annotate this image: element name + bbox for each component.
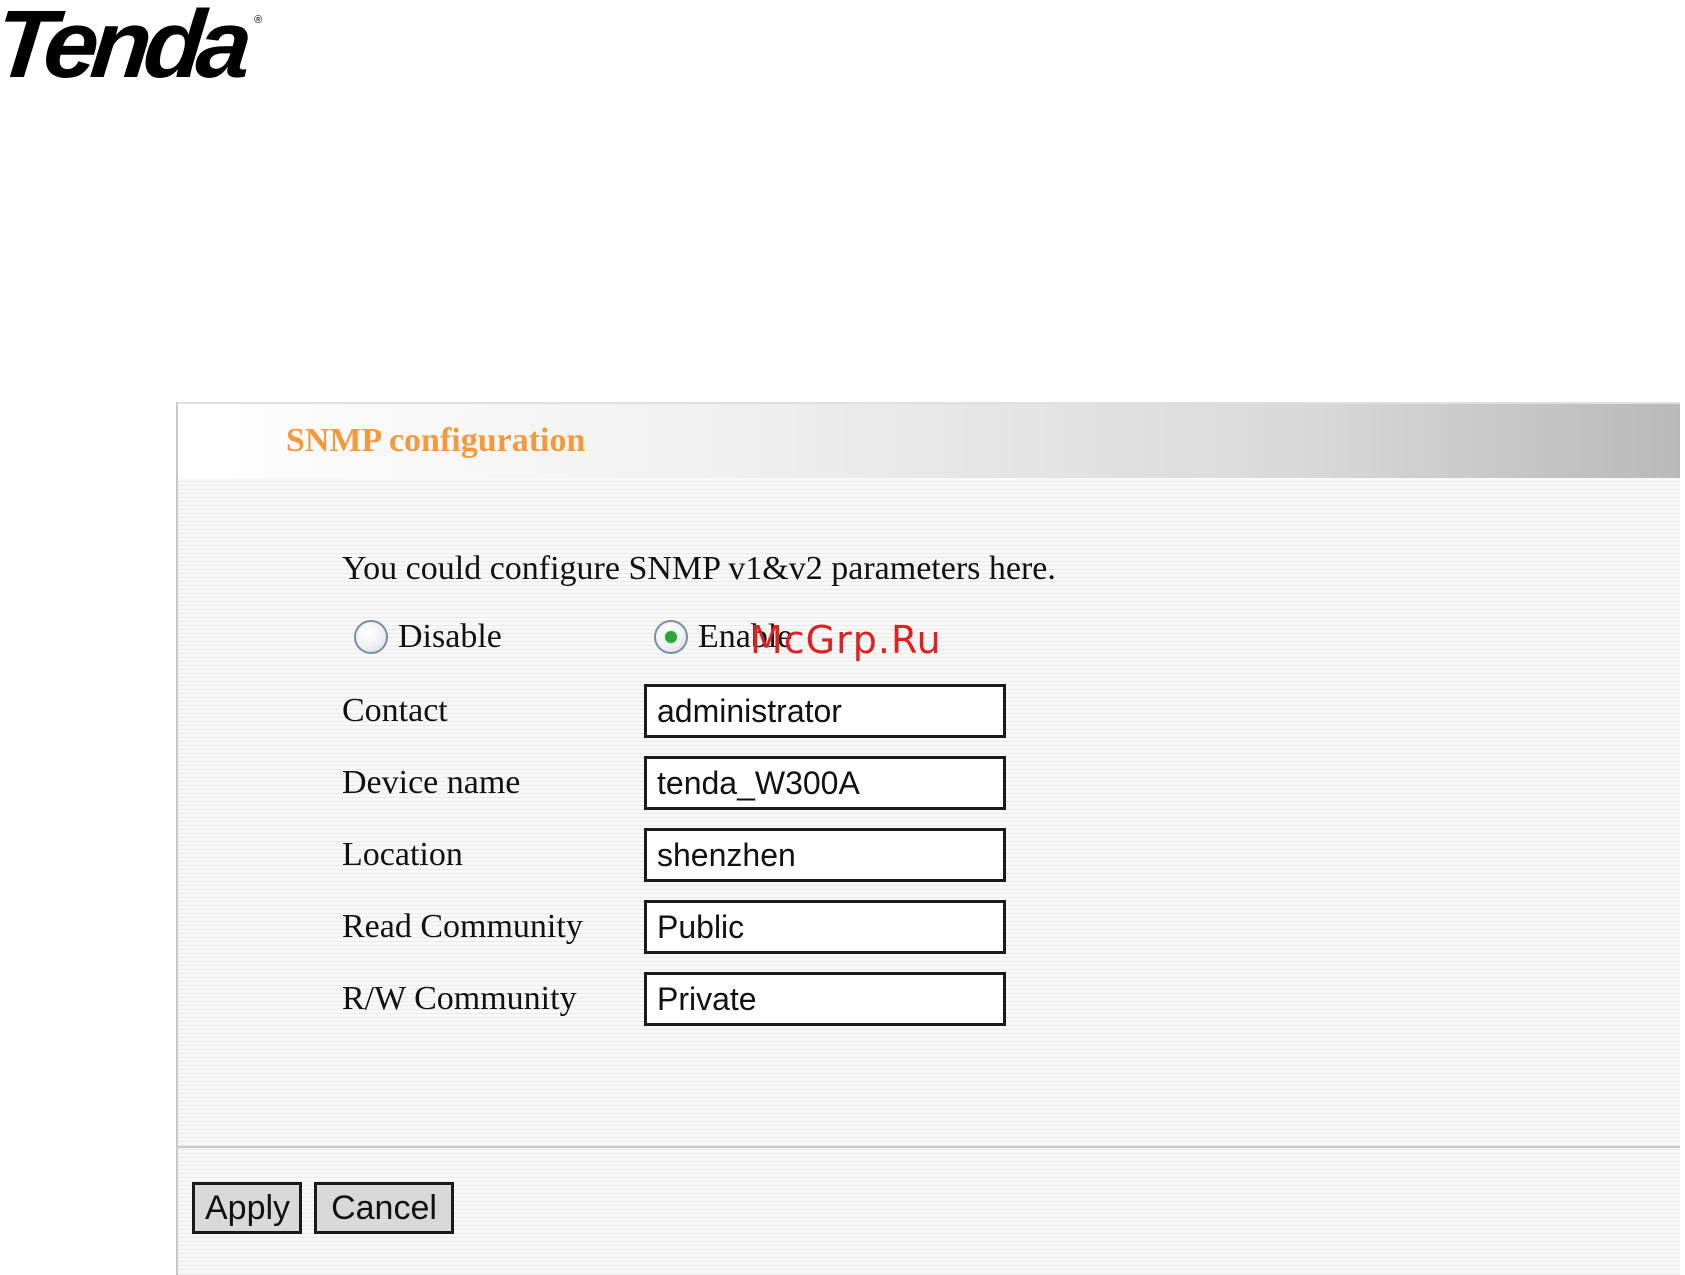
rw-community-label: R/W Community [342,980,577,1017]
tenda-logo: Tenda ® [0,0,263,98]
read-community-row: Read Community [342,900,1042,954]
location-row: Location [342,828,1042,882]
registered-mark: ® [254,14,263,26]
apply-button[interactable]: Apply [192,1182,302,1234]
device-name-row: Device name [342,756,1042,810]
rw-community-row: R/W Community [342,972,1042,1026]
location-input[interactable] [644,828,1006,882]
snmp-config-panel: SNMP configuration You could configure S… [176,402,1680,1275]
disable-radio-option[interactable]: Disable [354,618,502,656]
read-community-input[interactable] [644,900,1006,954]
device-name-input[interactable] [644,756,1006,810]
cancel-button[interactable]: Cancel [314,1182,454,1234]
logo-wordmark: Tenda [0,0,251,98]
snmp-enable-radio-group: Disable Enable [354,618,1054,660]
enable-radio[interactable] [654,620,688,654]
device-name-label: Device name [342,764,521,801]
read-community-label: Read Community [342,908,583,945]
disable-radio[interactable] [354,620,388,654]
panel-header: SNMP configuration [178,402,1680,478]
divider [178,1146,1680,1148]
intro-text: You could configure SNMP v1&v2 parameter… [342,550,1056,587]
watermark-text: McGrp.Ru [750,618,942,662]
contact-label: Contact [342,692,448,729]
contact-row: Contact [342,684,1042,738]
panel-title: SNMP configuration [286,422,586,459]
disable-radio-label: Disable [398,618,502,655]
location-label: Location [342,836,463,873]
rw-community-input[interactable] [644,972,1006,1026]
contact-input[interactable] [644,684,1006,738]
radio-selected-dot [665,631,677,643]
